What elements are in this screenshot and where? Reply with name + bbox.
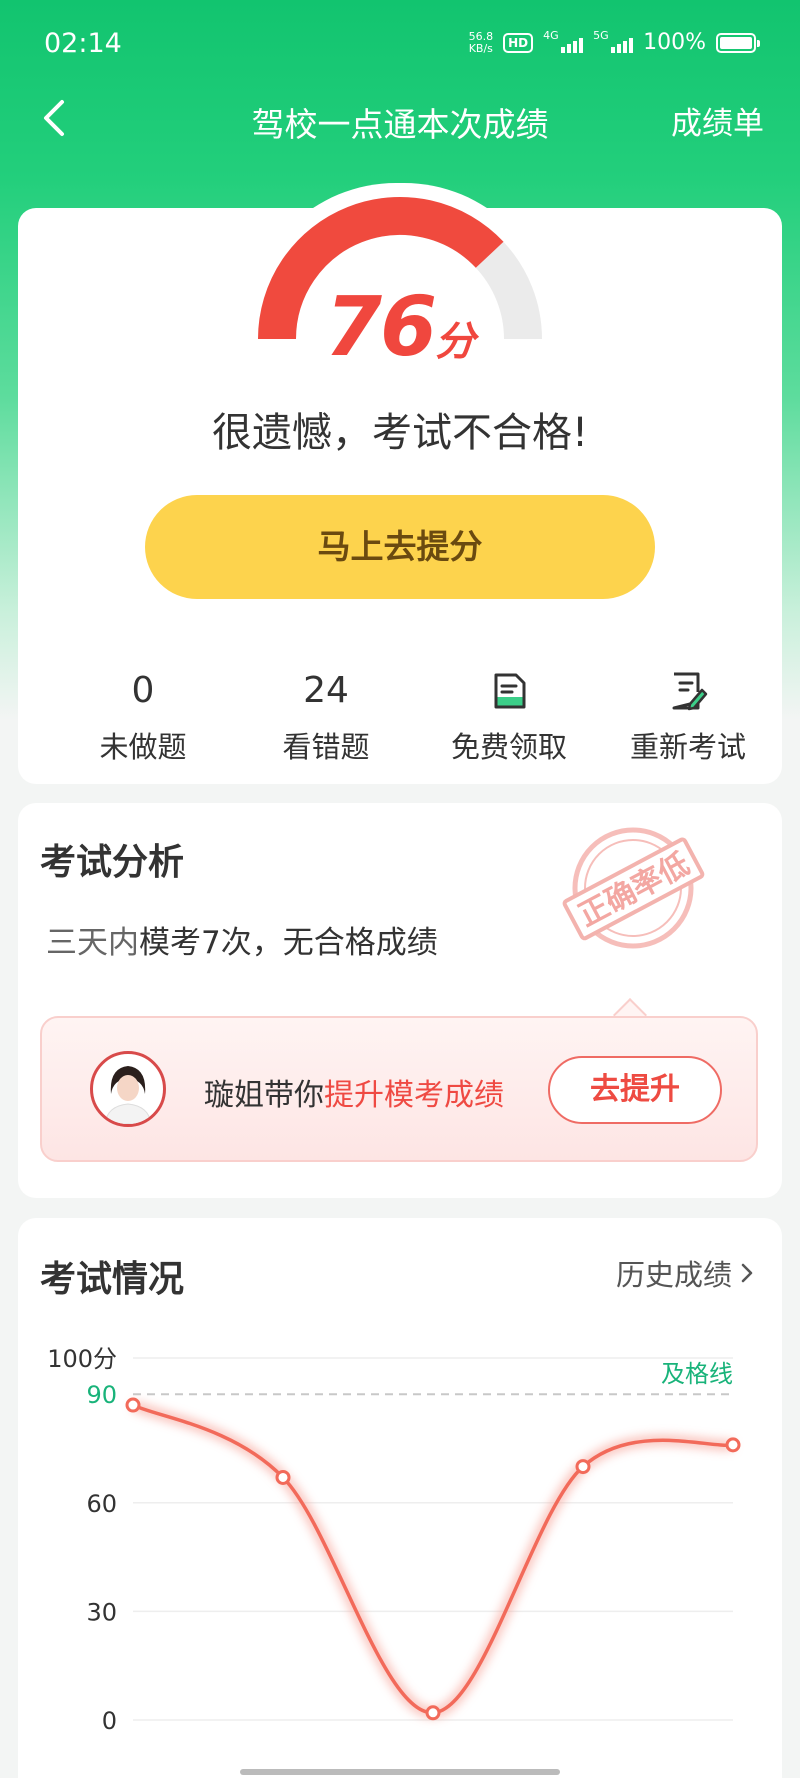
- stats-row: 0 未做题 24 看错题 免费领取 重新考试: [18, 666, 782, 766]
- network-speed-value: 56.8: [468, 29, 494, 43]
- stat-free-claim[interactable]: 免费领取: [414, 666, 604, 766]
- boost-score-button[interactable]: 马上去提分: [145, 495, 655, 599]
- status-time: 02:14: [44, 28, 122, 59]
- data-point[interactable]: [125, 1397, 141, 1413]
- home-indicator: [240, 1769, 560, 1775]
- network-speed-unit: KB/s: [468, 41, 493, 55]
- series-line: [132, 1403, 734, 1715]
- score-unit: 分: [435, 319, 476, 365]
- y-tick-label: 100分: [47, 1345, 117, 1373]
- score-value: 76: [324, 280, 437, 375]
- promo-text-highlight: 提升模考成绩: [324, 1078, 504, 1113]
- status-bar: 02:14 56.8 KB/s HD 4G 5G 100%: [0, 0, 800, 88]
- improve-button[interactable]: 去提升: [548, 1056, 722, 1124]
- data-point[interactable]: [275, 1469, 291, 1485]
- stat-retake-label: 重新考试: [629, 730, 746, 764]
- analysis-card: 考试分析 正确率低 三天内模考7次，无合格成绩 璇姐带你提升模考成绩 去提升: [18, 803, 782, 1198]
- stat-wrong-value: 24: [303, 670, 349, 711]
- network-speed: 56.8 KB/s: [468, 29, 494, 55]
- pass-line-label: 及格线: [661, 1360, 733, 1388]
- promo-text-prefix: 璇姐带你: [204, 1078, 324, 1113]
- avatar: [90, 1051, 166, 1127]
- y-tick-label: 60: [86, 1490, 117, 1518]
- edit-document-icon: [593, 666, 783, 716]
- data-point[interactable]: [575, 1459, 591, 1475]
- series-line-glow: [130, 1400, 734, 1718]
- y-tick-label: 30: [86, 1598, 117, 1626]
- status-indicators: 56.8 KB/s HD 4G 5G 100%: [468, 29, 760, 55]
- stat-retake[interactable]: 重新考试: [593, 666, 783, 766]
- signal-5g-icon: 5G: [593, 29, 634, 53]
- analysis-summary: 三天内模考7次，无合格成绩: [46, 917, 438, 962]
- exam-score-chart: 100分 90 60 30 0 及格线: [47, 1345, 741, 1735]
- stat-unanswered-label: 未做题: [99, 730, 187, 764]
- result-text: 很遗憾，考试不合格!: [211, 410, 589, 456]
- signal-4g-icon: 4G: [543, 29, 584, 53]
- battery-icon: [716, 32, 760, 53]
- stamp-icon: 正确率低: [562, 827, 705, 949]
- history-scores-link[interactable]: 历史成绩: [616, 1252, 754, 1294]
- data-point[interactable]: [725, 1437, 741, 1453]
- chevron-right-icon: [741, 1263, 753, 1283]
- promo-banner[interactable]: 璇姐带你提升模考成绩 去提升: [40, 1016, 758, 1162]
- promo-text: 璇姐带你提升模考成绩: [204, 1070, 504, 1114]
- hd-icon: HD: [503, 32, 534, 53]
- y-tick-label: 90: [86, 1381, 117, 1409]
- analysis-summary-prefix: 三天内: [46, 925, 139, 961]
- analysis-summary-main: 模考7次，无合格成绩: [139, 925, 438, 961]
- stat-unanswered-value: 0: [131, 670, 155, 711]
- score-display: 76分: [0, 280, 800, 375]
- stat-free-claim-label: 免费领取: [450, 730, 567, 764]
- document-icon: [414, 666, 604, 716]
- history-scores-label: 历史成绩: [615, 1258, 732, 1292]
- y-tick-label: 0: [102, 1707, 117, 1735]
- analysis-title: 考试分析: [40, 842, 185, 883]
- nav-bar: 驾校一点通本次成绩 成绩单: [0, 88, 800, 148]
- stat-wrong-label: 看错题: [282, 730, 370, 764]
- exam-title: 考试情况: [40, 1259, 185, 1300]
- data-point[interactable]: [425, 1705, 441, 1721]
- stat-wrong[interactable]: 24 看错题: [231, 666, 421, 766]
- stat-unanswered[interactable]: 0 未做题: [48, 666, 238, 766]
- score-report-link[interactable]: 成绩单: [671, 98, 764, 143]
- battery-percent: 100%: [643, 30, 706, 55]
